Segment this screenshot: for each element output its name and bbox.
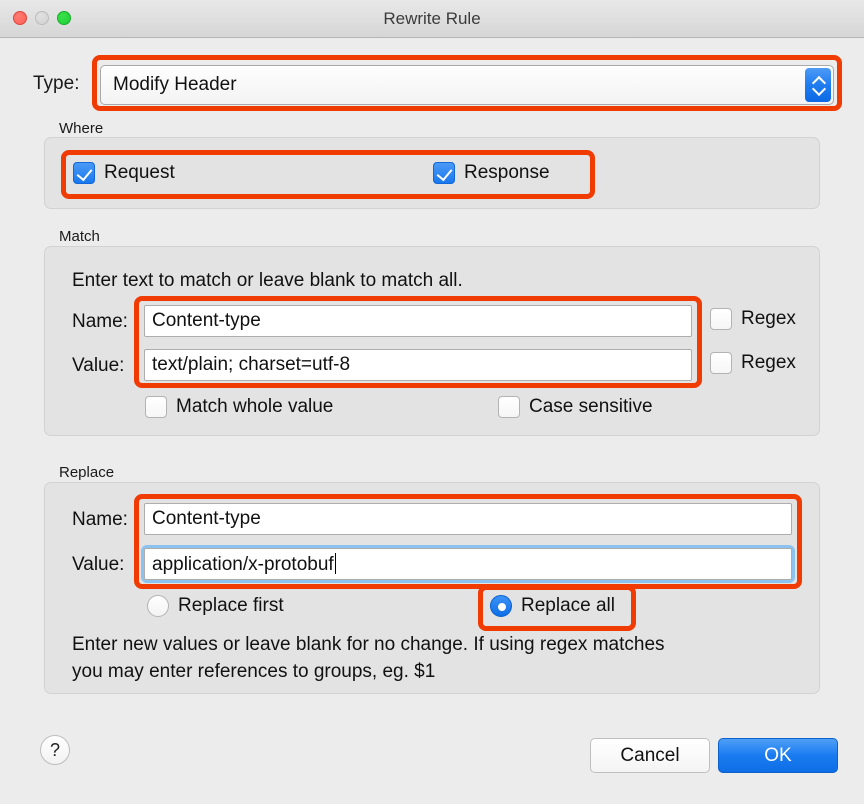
replace-name-input[interactable]: Content-type: [144, 503, 792, 535]
type-label: Type:: [33, 73, 80, 94]
checkbox-box-icon: [498, 396, 520, 418]
replace-hint-line-1: Enter new values or leave blank for no c…: [72, 634, 665, 655]
cancel-button[interactable]: Cancel: [590, 738, 710, 773]
replace-group-title: Replace: [59, 464, 115, 481]
replace-value-label: Value:: [72, 554, 125, 575]
checkbox-match-name-regex-label: Regex: [741, 308, 796, 329]
checkmark-icon: [433, 162, 455, 184]
checkbox-match-whole-value-label: Match whole value: [176, 396, 334, 417]
radio-replace-first-label: Replace first: [178, 595, 284, 616]
checkbox-request-label: Request: [104, 162, 175, 183]
checkbox-box-icon: [145, 396, 167, 418]
match-name-input[interactable]: Content-type: [144, 305, 692, 337]
replace-name-label: Name:: [72, 509, 128, 530]
checkbox-match-value-regex[interactable]: Regex: [710, 352, 796, 374]
checkbox-case-sensitive[interactable]: Case sensitive: [498, 396, 653, 418]
checkmark-icon: [73, 162, 95, 184]
match-value-input[interactable]: text/plain; charset=utf-8: [144, 349, 692, 381]
replace-value-text: application/x-protobuf: [152, 554, 334, 575]
checkbox-response[interactable]: Response: [433, 162, 550, 184]
replace-value-input[interactable]: application/x-protobuf: [144, 548, 792, 580]
checkbox-match-name-regex[interactable]: Regex: [710, 308, 796, 330]
match-group-title: Match: [59, 228, 100, 245]
match-value-label: Value:: [72, 355, 125, 376]
checkbox-case-sensitive-label: Case sensitive: [529, 396, 653, 417]
type-row: Type: Modify Header: [0, 62, 864, 108]
radio-selected-icon: [490, 595, 512, 617]
checkbox-match-whole-value[interactable]: Match whole value: [145, 396, 333, 418]
title-bar: Rewrite Rule: [0, 0, 864, 38]
checkbox-match-value-regex-label: Regex: [741, 352, 796, 373]
text-caret: [334, 553, 337, 574]
radio-circle-icon: [147, 595, 169, 617]
checkbox-box-icon: [710, 308, 732, 330]
replace-hint-line-2: you may enter references to groups, eg. …: [72, 661, 436, 682]
type-selected-value: Modify Header: [113, 74, 237, 95]
radio-replace-all[interactable]: Replace all: [490, 595, 615, 617]
radio-replace-first[interactable]: Replace first: [147, 595, 284, 617]
rewrite-rule-dialog: Rewrite Rule Type: Modify Header Where R…: [0, 0, 864, 804]
match-name-label: Name:: [72, 311, 128, 332]
window-title: Rewrite Rule: [383, 9, 481, 28]
checkbox-box-icon: [710, 352, 732, 374]
where-group-title: Where: [59, 120, 104, 137]
ok-button[interactable]: OK: [718, 738, 838, 773]
match-hint: Enter text to match or leave blank to ma…: [72, 270, 463, 291]
checkbox-request[interactable]: Request: [73, 162, 175, 184]
type-popup-button[interactable]: Modify Header: [100, 65, 834, 105]
help-button[interactable]: ?: [40, 735, 70, 765]
checkbox-response-label: Response: [464, 162, 550, 183]
radio-replace-all-label: Replace all: [521, 595, 615, 616]
chevron-up-down-icon[interactable]: [805, 68, 831, 102]
